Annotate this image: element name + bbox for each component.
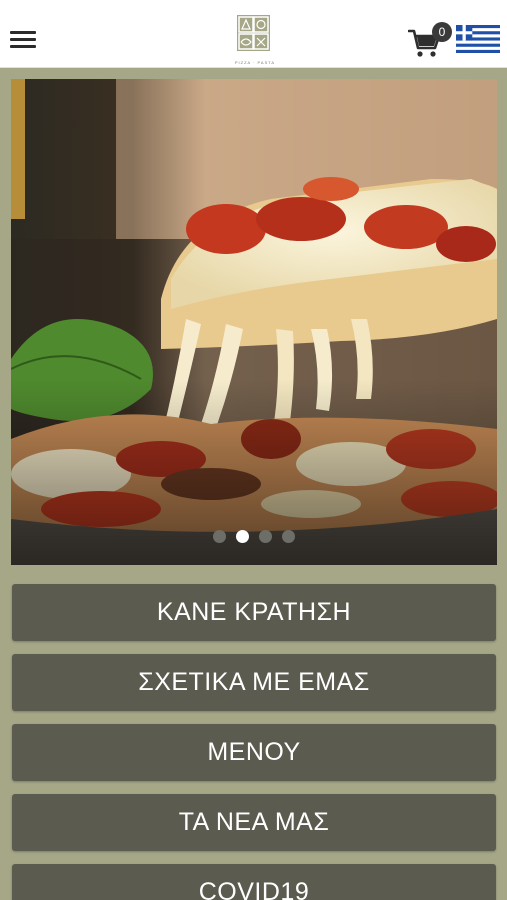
logo[interactable]: PIZZA · PASTA bbox=[227, 12, 283, 66]
cart-button[interactable]: 0 bbox=[408, 22, 452, 58]
our-news-button[interactable]: ΤΑ ΝΕΑ ΜΑΣ bbox=[12, 794, 496, 851]
make-reservation-button[interactable]: ΚΑΝΕ ΚΡΑΤΗΣΗ bbox=[12, 584, 496, 641]
cart-count-badge: 0 bbox=[432, 22, 452, 42]
pizza-slice-cheese-pull-photo bbox=[11, 79, 497, 565]
about-us-button[interactable]: ΣΧΕΤΙΚΑ ΜΕ ΕΜΑΣ bbox=[12, 654, 496, 711]
carousel-dot-1[interactable] bbox=[213, 530, 226, 543]
image-carousel[interactable] bbox=[11, 79, 497, 565]
carousel-dot-3[interactable] bbox=[259, 530, 272, 543]
carousel-dot-4[interactable] bbox=[282, 530, 295, 543]
logo-mark bbox=[237, 15, 270, 51]
logo-caption: PIZZA · PASTA bbox=[234, 60, 276, 65]
hamburger-menu-icon[interactable] bbox=[10, 28, 38, 52]
greek-flag-icon[interactable] bbox=[456, 25, 500, 53]
carousel-indicators bbox=[11, 530, 497, 546]
menu-button[interactable]: ΜΕΝΟΥ bbox=[12, 724, 496, 781]
carousel-dot-2[interactable] bbox=[236, 530, 249, 543]
covid19-button[interactable]: COVID19 bbox=[12, 864, 496, 900]
top-bar: PIZZA · PASTA 0 bbox=[0, 0, 507, 68]
